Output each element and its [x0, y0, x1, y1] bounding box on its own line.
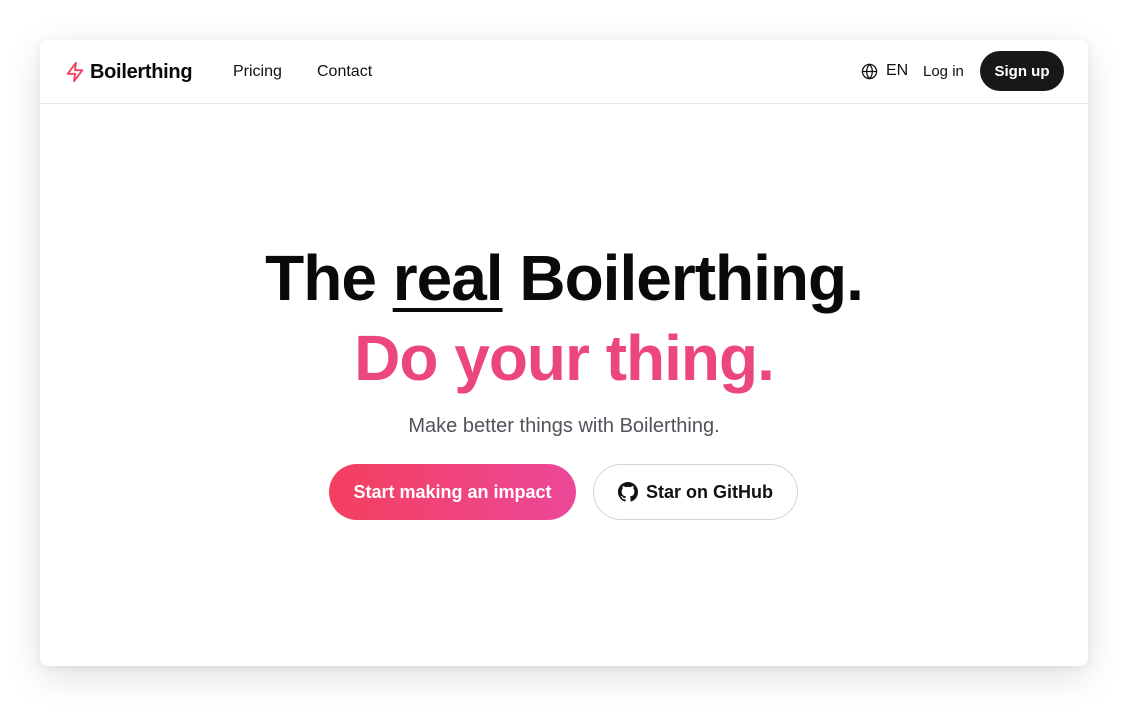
- headline-start: The: [265, 242, 393, 314]
- brand-logo[interactable]: Boilerthing: [64, 59, 193, 85]
- star-on-github-button[interactable]: Star on GitHub: [593, 464, 798, 520]
- brand-name: Boilerthing: [90, 60, 193, 83]
- start-impact-button[interactable]: Start making an impact: [329, 464, 576, 520]
- signup-button[interactable]: Sign up: [980, 51, 1064, 91]
- github-icon: [618, 482, 638, 502]
- nav-link-pricing[interactable]: Pricing: [233, 63, 282, 81]
- globe-icon: [861, 63, 878, 80]
- star-on-github-label: Star on GitHub: [646, 481, 773, 502]
- headline-emphasis: real: [392, 242, 504, 314]
- hero-tagline: Do your thing.: [354, 322, 775, 394]
- language-label: EN: [886, 62, 909, 79]
- start-impact-label: Start making an impact: [353, 481, 552, 502]
- browser-window: Boilerthing Pricing Contact EN Log in Si…: [40, 40, 1088, 666]
- lightning-bolt-icon: [64, 60, 86, 84]
- hero-headline: The real Boilerthing.: [40, 240, 1088, 316]
- login-link[interactable]: Log in: [923, 63, 964, 80]
- hero-subtext: Make better things with Boilerthing.: [408, 415, 720, 437]
- navbar: Boilerthing Pricing Contact EN Log in Si…: [40, 40, 1088, 104]
- headline-end: Boilerthing.: [502, 242, 864, 314]
- nav-link-contact[interactable]: Contact: [317, 63, 372, 81]
- language-selector[interactable]: EN: [861, 62, 908, 80]
